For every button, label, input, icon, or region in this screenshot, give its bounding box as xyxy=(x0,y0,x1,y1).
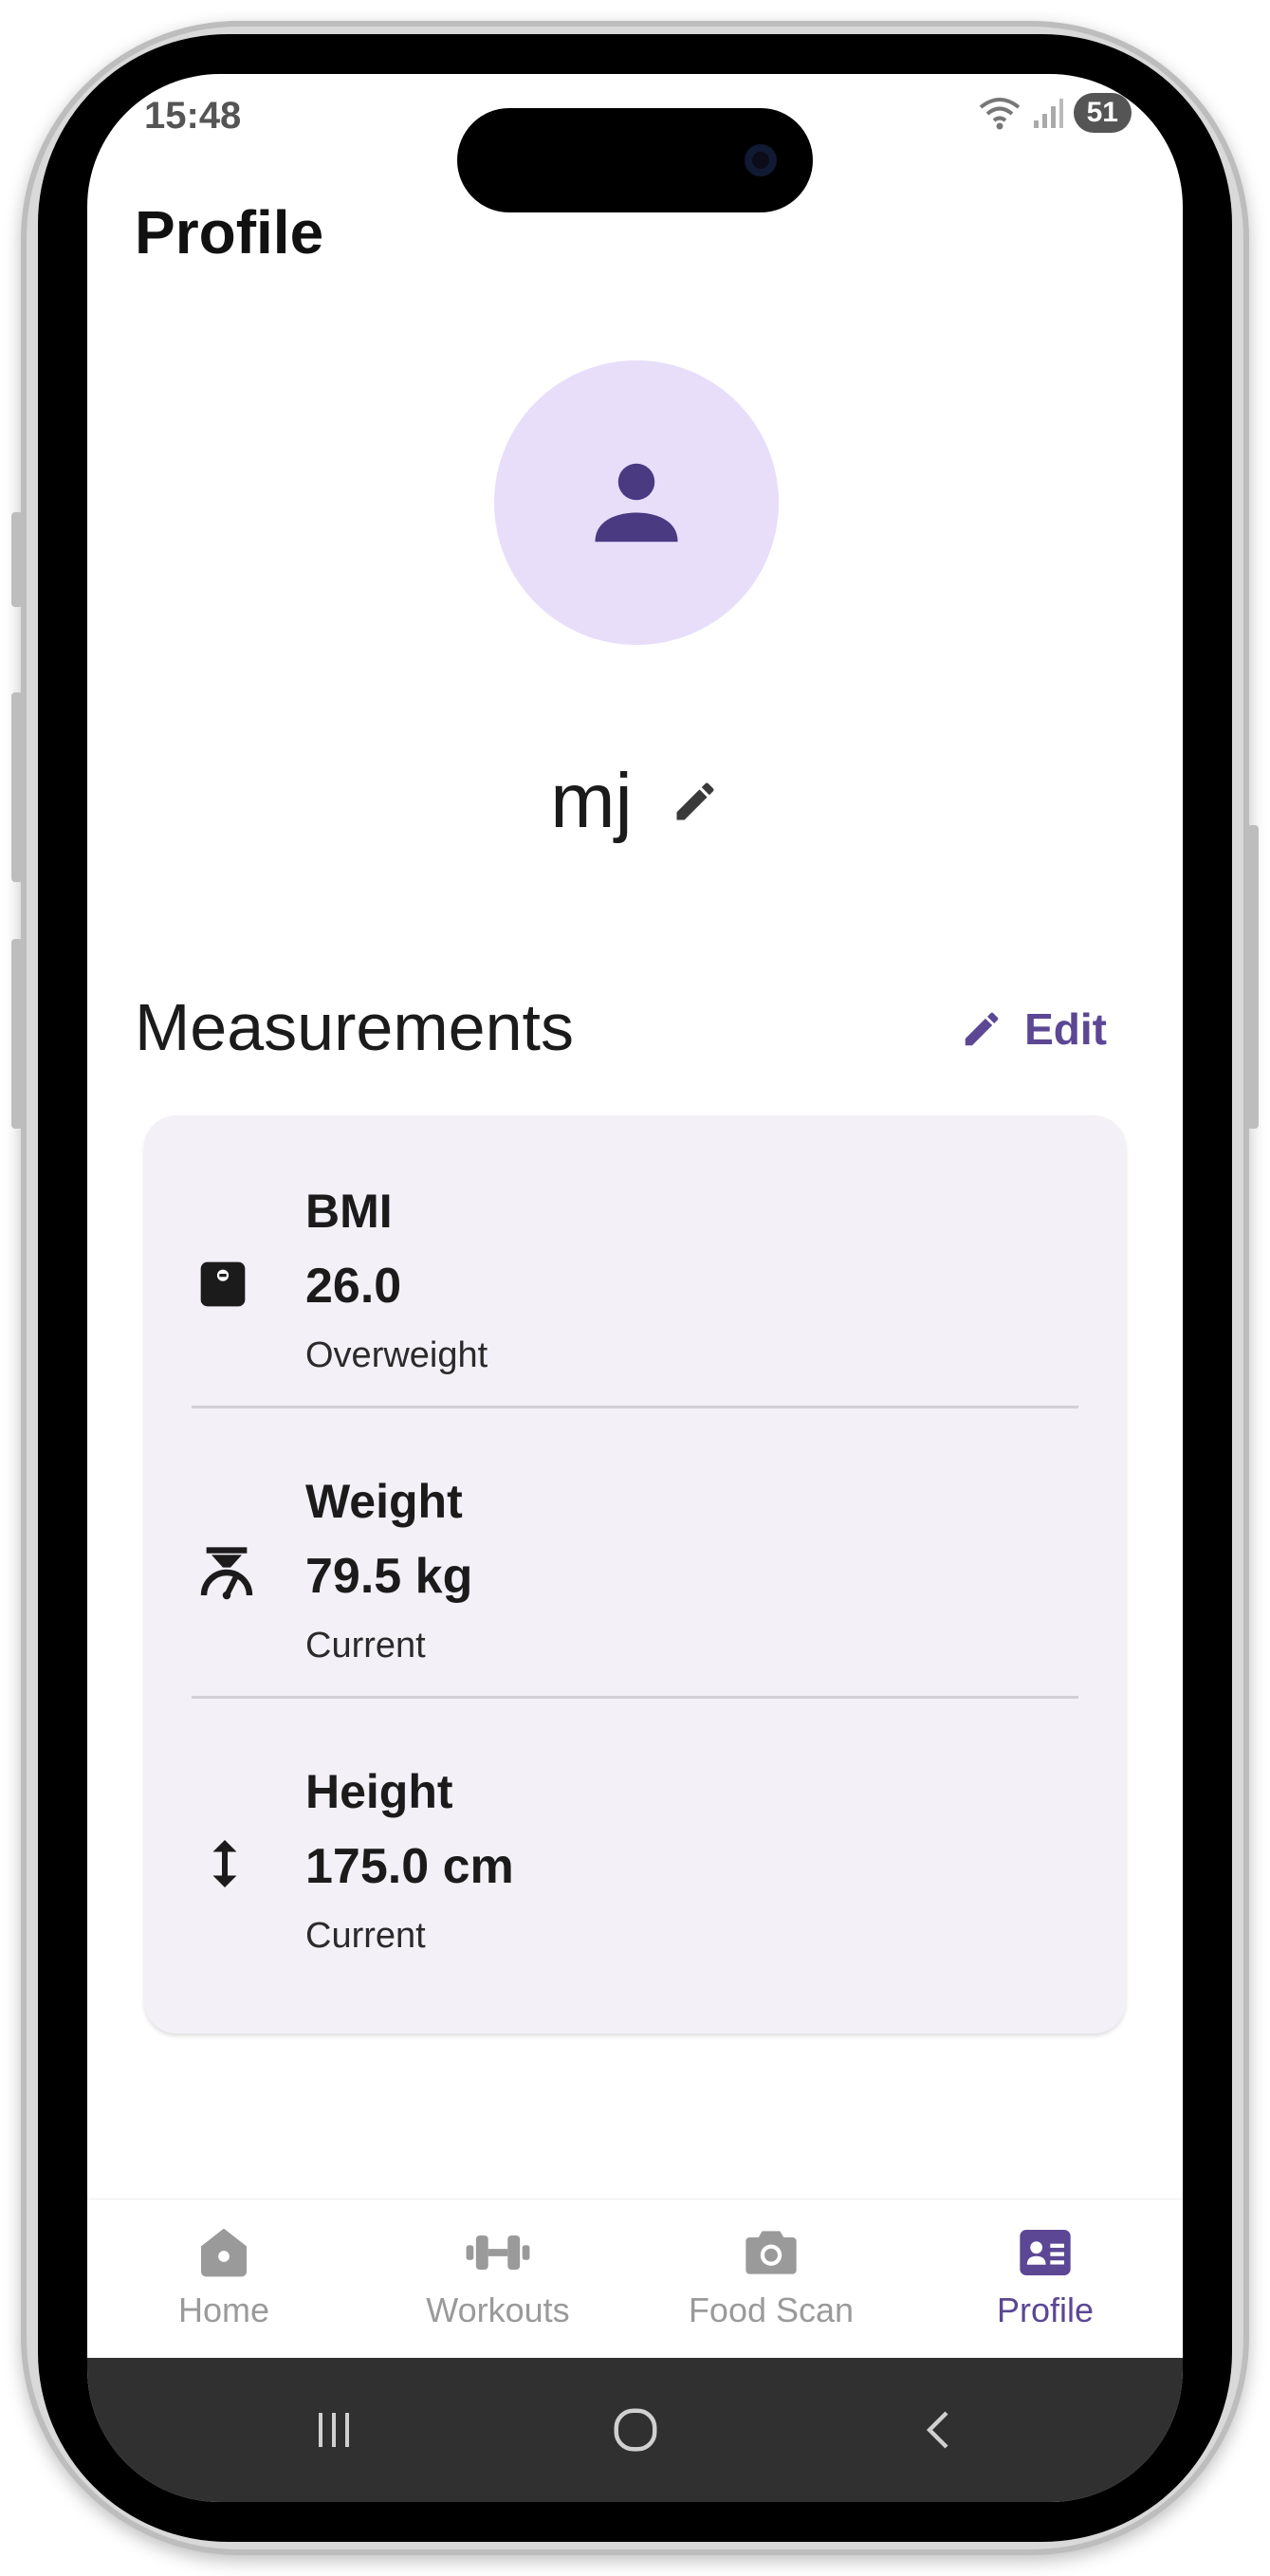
home-system-button[interactable] xyxy=(560,2358,711,2502)
recent-apps-icon xyxy=(319,2413,349,2447)
camera-lens xyxy=(745,144,777,176)
page-title: Profile xyxy=(135,198,324,267)
weight-scale-icon xyxy=(200,1547,253,1600)
power-button xyxy=(1247,825,1259,1129)
measurement-subtitle: Current xyxy=(305,1626,426,1665)
measurement-value: 79.5 kg xyxy=(305,1549,473,1604)
measurement-value: 175.0 cm xyxy=(305,1839,514,1894)
battery-indicator: 51 xyxy=(1073,93,1132,133)
camera-icon xyxy=(745,2231,797,2274)
system-navigation-bar xyxy=(87,2358,1183,2502)
measurement-row-height[interactable]: Height 175.0 cm Current xyxy=(144,1696,1126,1986)
profile-card-icon xyxy=(1020,2230,1071,2275)
nav-item-profile[interactable]: Profile xyxy=(909,2222,1182,2330)
nav-label: Food Scan xyxy=(688,2291,855,2329)
measurement-label: Weight xyxy=(305,1475,463,1528)
recent-apps-button[interactable] xyxy=(258,2358,410,2502)
nav-item-home[interactable]: Home xyxy=(87,2222,360,2330)
action-button xyxy=(11,512,23,607)
back-chevron-icon xyxy=(926,2411,948,2449)
volume-up-button xyxy=(11,692,23,882)
nav-label: Profile xyxy=(996,2291,1095,2329)
measurement-label: Height xyxy=(305,1765,453,1818)
nav-item-workouts[interactable]: Workouts xyxy=(361,2222,635,2330)
dumbbell-icon xyxy=(466,2236,530,2270)
measurements-title: Measurements xyxy=(135,990,574,1064)
name-row: mj xyxy=(87,757,1183,846)
user-name: mj xyxy=(550,758,633,844)
measurement-row-weight[interactable]: Weight 79.5 kg Current xyxy=(144,1406,1126,1696)
signal-icon xyxy=(1033,99,1063,128)
measurement-value: 26.0 xyxy=(305,1259,402,1314)
app-screen: 15:48 51 Profile mj Measurements Edit BM… xyxy=(87,74,1183,2502)
pencil-icon xyxy=(965,1012,999,1046)
dynamic-island xyxy=(457,108,813,212)
home-icon xyxy=(201,2228,247,2277)
measurements-card: BMI 26.0 Overweight Weight 79.5 kg Curre… xyxy=(144,1115,1126,2033)
back-button[interactable] xyxy=(863,2358,1015,2502)
measurement-subtitle: Current xyxy=(305,1916,426,1956)
edit-measurements-button[interactable]: Edit xyxy=(960,1003,1107,1055)
vertical-arrows-icon xyxy=(212,1840,237,1887)
avatar[interactable] xyxy=(494,360,779,645)
measurement-label: BMI xyxy=(305,1185,393,1238)
edit-name-icon[interactable] xyxy=(671,777,720,826)
volume-down-button xyxy=(11,939,23,1129)
person-icon xyxy=(595,463,678,543)
measurement-subtitle: Overweight xyxy=(305,1335,488,1375)
nav-label: Home xyxy=(177,2291,270,2329)
edit-label: Edit xyxy=(1024,1004,1107,1054)
status-icons: 51 xyxy=(977,93,1132,133)
nav-item-food-scan[interactable]: Food Scan xyxy=(635,2222,908,2330)
bottom-navigation: Home Workouts Food Scan Profile xyxy=(87,2199,1183,2359)
measurement-row-bmi[interactable]: BMI 26.0 Overweight xyxy=(144,1115,1126,1406)
status-time: 15:48 xyxy=(144,95,242,137)
nav-label: Workouts xyxy=(426,2291,570,2329)
wifi-icon xyxy=(979,98,1020,130)
scale-icon xyxy=(200,1261,246,1307)
home-circle-icon xyxy=(614,2408,657,2452)
